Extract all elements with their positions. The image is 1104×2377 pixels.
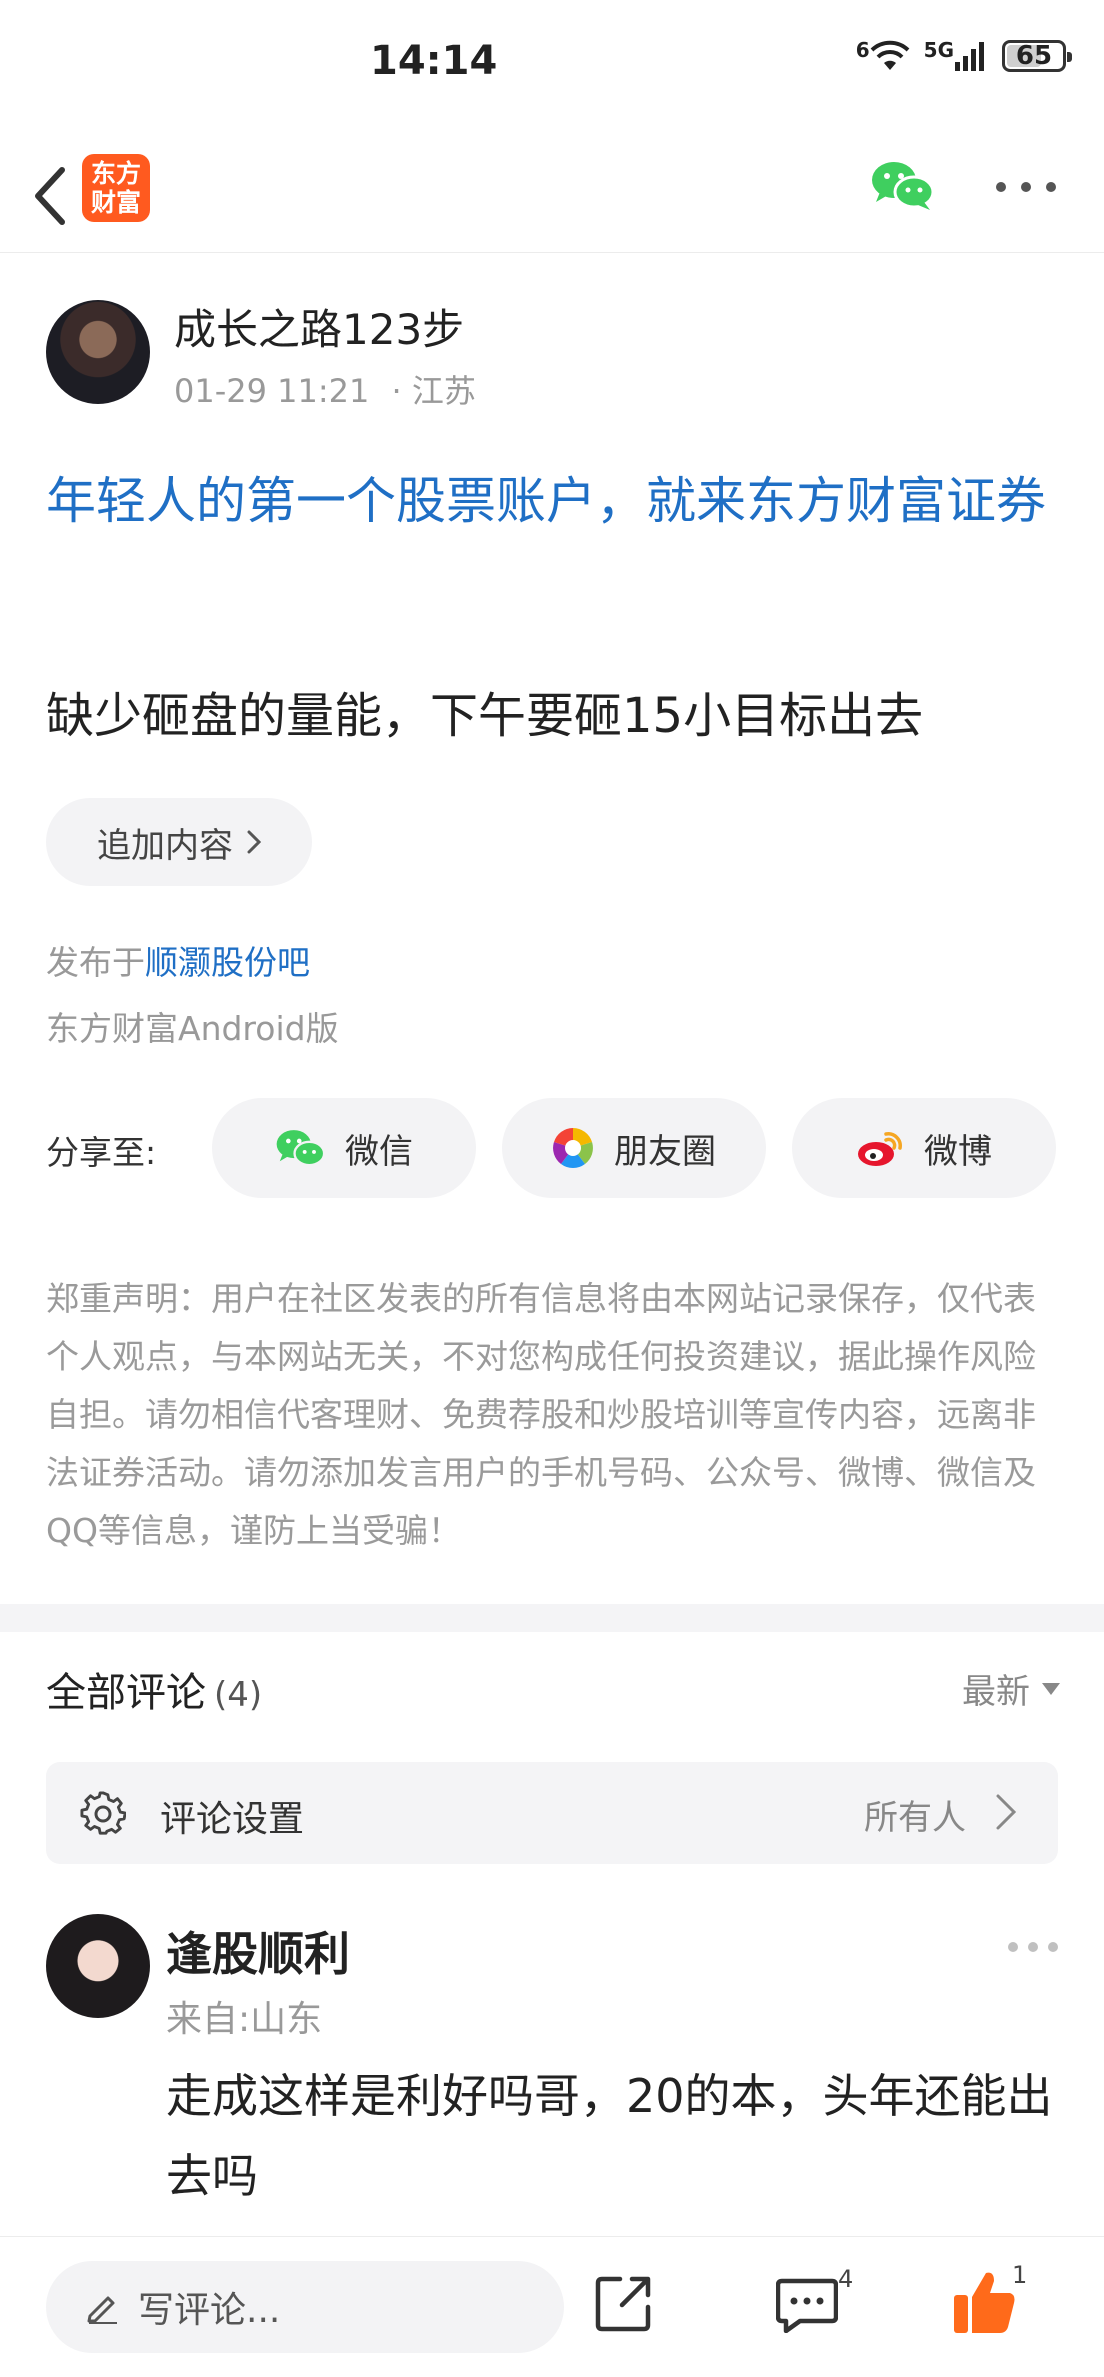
posted-in-prefix: 发布于 [46, 943, 145, 982]
wechat-share-button[interactable] [870, 158, 935, 212]
battery-level: 65 [1015, 41, 1053, 71]
author-name[interactable]: 成长之路123步 [174, 296, 464, 357]
comment-settings-row[interactable]: 评论设置 所有人 [46, 1762, 1058, 1864]
comments-header: 全部评论 (4) [46, 1660, 262, 1718]
share-out-icon[interactable] [594, 2273, 654, 2333]
bottom-bar: 写评论... 4 1 [0, 2236, 1104, 2377]
logo-line1: 东方 [90, 159, 141, 188]
client-version: 东方财富Android版 [46, 1009, 339, 1048]
logo-line2: 财富 [90, 188, 141, 217]
gear-icon [80, 1791, 126, 1835]
add-content-button[interactable]: 追加内容 [46, 798, 312, 886]
like-count-badge: 1 [1012, 2261, 1028, 2289]
dot-icon [1046, 182, 1056, 192]
share-moments-button[interactable]: 朋友圈 [502, 1098, 766, 1198]
cellular-signal-icon: 5G [924, 40, 988, 72]
disclaimer: 郑重声明：用户在社区发表的所有信息将由本网站记录保存，仅代表个人观点，与本网站无… [46, 1279, 1036, 1550]
cellular-label: 5G [923, 38, 954, 62]
sort-dropdown[interactable]: 最新 [962, 1664, 1060, 1713]
post-location: · 江苏 [391, 372, 476, 410]
back-button[interactable] [22, 156, 78, 236]
post-title-link[interactable]: 年轻人的第一个股票账户，就来东方财富证券 [46, 462, 1060, 540]
commenter-location: 来自:山东 [166, 1999, 323, 2040]
comments-title: 全部评论 [46, 1670, 206, 1716]
commenter-name[interactable]: 逢股顺利 [166, 1918, 350, 1984]
top-nav: 东方 财富 [0, 140, 1104, 253]
caret-down-icon [1042, 1682, 1060, 1695]
comment-count-badge: 4 [838, 2265, 854, 2293]
section-divider [0, 1604, 1104, 1632]
wechat-icon [276, 1130, 325, 1167]
share-weibo-button[interactable]: 微博 [792, 1098, 1056, 1198]
wechat-icon [872, 162, 935, 210]
comment-text: 走成这样是利好吗哥，20的本，头年还能出去吗 [166, 2069, 1053, 2203]
status-time: 14:14 [370, 38, 498, 84]
chevron-left-icon [35, 167, 65, 225]
post-date: 01-29 11:21 [174, 372, 370, 410]
battery-icon: 65 [1002, 40, 1072, 72]
comments-count: (4) [214, 1675, 263, 1715]
post-body: 缺少砸盘的量能，下午要砸15小目标出去 [46, 688, 924, 744]
sort-label: 最新 [962, 1672, 1030, 1712]
share-wechat-button[interactable]: 微信 [212, 1098, 476, 1198]
write-comment-input[interactable]: 写评论... [46, 2261, 564, 2353]
dot-icon [1048, 1942, 1058, 1952]
dot-icon [1021, 182, 1031, 192]
share-moments-label: 朋友圈 [614, 1131, 716, 1172]
share-weibo-label: 微博 [924, 1131, 992, 1172]
write-comment-placeholder: 写评论... [138, 2290, 281, 2331]
post-meta: 01-29 11:21 · 江苏 [174, 366, 476, 412]
moments-icon [553, 1128, 593, 1168]
comment-icon[interactable] [776, 2277, 838, 2333]
chevron-right-icon [996, 1794, 1017, 1830]
add-content-label: 追加内容 [97, 825, 233, 866]
wifi-label: 6 [855, 38, 870, 62]
dot-icon [996, 182, 1006, 192]
chevron-right-icon [247, 830, 261, 854]
dot-icon [1008, 1942, 1018, 1952]
wifi-icon: 6 [856, 40, 910, 72]
status-icons: 6 5G 65 [856, 40, 1072, 72]
app-logo[interactable]: 东方 财富 [82, 154, 150, 222]
share-label: 分享至: [46, 1133, 157, 1172]
pencil-icon [87, 2296, 117, 2324]
more-options-button[interactable] [996, 172, 1056, 202]
weibo-icon [858, 1132, 902, 1166]
comment-settings-label: 评论设置 [160, 1799, 305, 1840]
author-avatar[interactable] [46, 300, 150, 404]
dot-icon [1028, 1942, 1038, 1952]
share-wechat-label: 微信 [345, 1131, 413, 1172]
posted-in: 发布于顺灏股份吧 [46, 936, 310, 984]
comment-settings-value: 所有人 [864, 1798, 966, 1838]
stock-bar-link[interactable]: 顺灏股份吧 [145, 943, 310, 982]
comment-more-button[interactable] [1008, 1940, 1058, 1954]
thumbs-up-icon[interactable] [952, 2269, 1018, 2335]
commenter-avatar[interactable] [46, 1914, 150, 2018]
